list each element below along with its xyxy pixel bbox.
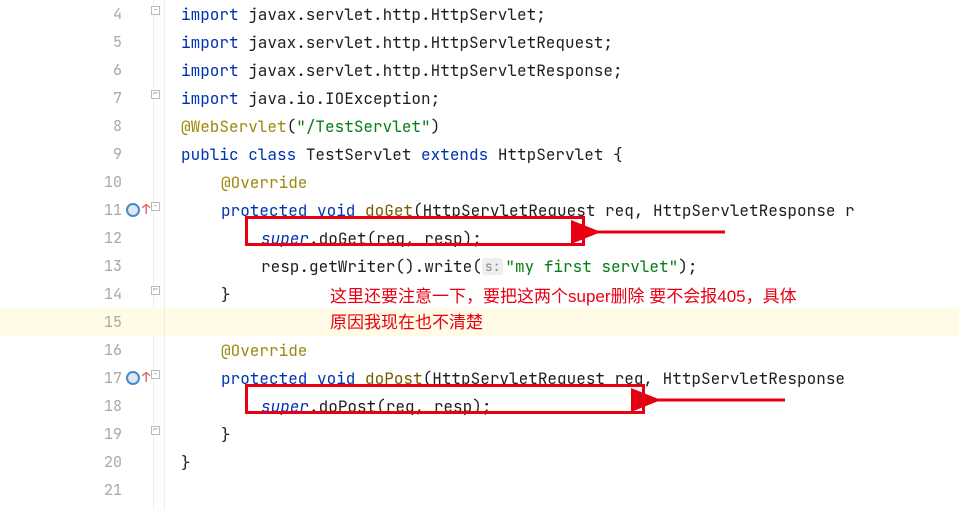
annotation: @Override (221, 340, 307, 361)
gutter-icons: ↑ (126, 201, 156, 219)
code-line: @Override (165, 336, 959, 364)
line-number-row[interactable]: 17 ↑ (0, 364, 164, 392)
code-line: import java.io.IOException; (165, 84, 959, 112)
code-line: protected void doPost(HttpServletRequest… (165, 364, 959, 392)
line-number: 19 (94, 424, 122, 444)
line-number: 7 (94, 88, 122, 108)
keyword: protected void (221, 200, 365, 221)
code-line: super.doGet(req, resp); (165, 224, 959, 252)
string: "/TestServlet" (296, 116, 430, 137)
keyword: import (181, 60, 248, 81)
code-text: java.io.IOException; (248, 88, 440, 109)
line-number: 13 (94, 256, 122, 276)
code-text: javax.servlet.http.HttpServletResponse; (248, 60, 622, 81)
keyword: import (181, 88, 248, 109)
line-number-row[interactable]: 5 (0, 28, 164, 56)
line-number: 8 (94, 116, 122, 136)
line-number-row[interactable]: 21 (0, 476, 164, 504)
gutter-icons: ↑ (126, 369, 156, 387)
annotation: @WebServlet (181, 116, 287, 137)
line-number-row[interactable]: 11 ↑ (0, 196, 164, 224)
line-number-row[interactable]: 19 (0, 420, 164, 448)
line-number: 20 (94, 452, 122, 472)
keyword: super (261, 396, 309, 417)
override-up-icon[interactable]: ↑ (142, 201, 150, 219)
code-line-highlighted[interactable] (165, 308, 959, 336)
code-editor: − ⌐ − ⌐ − ⌐ 4567891011↑121314151617↑1819… (0, 0, 959, 510)
code-line: } (165, 420, 959, 448)
code-text: javax.servlet.http.HttpServletRequest; (248, 32, 613, 53)
line-number: 10 (94, 172, 122, 192)
line-number: 9 (94, 144, 122, 164)
line-number: 14 (94, 284, 122, 304)
code-line (165, 476, 959, 504)
line-number-row[interactable]: 15 (0, 308, 164, 336)
breakpoint-icon[interactable] (126, 203, 140, 217)
line-number-row[interactable]: 14 (0, 280, 164, 308)
param-hint: s: (482, 258, 504, 275)
line-number-row[interactable]: 9 (0, 140, 164, 168)
code-line: super.doPost(req, resp); (165, 392, 959, 420)
line-number: 21 (94, 480, 122, 500)
line-number: 11 (94, 200, 122, 220)
keyword: super (261, 228, 309, 249)
line-number: 4 (94, 4, 122, 24)
keyword: import (181, 4, 248, 25)
gutter: − ⌐ − ⌐ − ⌐ 4567891011↑121314151617↑1819… (0, 0, 165, 510)
line-number: 15 (94, 312, 122, 332)
breakpoint-icon[interactable] (126, 371, 140, 385)
code-line: @WebServlet("/TestServlet") (165, 112, 959, 140)
code-area[interactable]: import javax.servlet.http.HttpServlet; i… (165, 0, 959, 510)
code-line: resp.getWriter().write(s:"my first servl… (165, 252, 959, 280)
code-line: } (165, 280, 959, 308)
keyword: extends (421, 144, 498, 165)
code-line: } (165, 448, 959, 476)
line-number: 12 (94, 228, 122, 248)
code-text: javax.servlet.http.HttpServlet; (248, 4, 546, 25)
line-number-row[interactable]: 13 (0, 252, 164, 280)
code-line: import javax.servlet.http.HttpServletReq… (165, 28, 959, 56)
line-number-row[interactable]: 6 (0, 56, 164, 84)
code-line: @Override (165, 168, 959, 196)
line-number-row[interactable]: 20 (0, 448, 164, 476)
line-number-row[interactable]: 18 (0, 392, 164, 420)
method-name: doPost (365, 368, 423, 389)
method-name: doGet (365, 200, 413, 221)
line-number-row[interactable]: 8 (0, 112, 164, 140)
line-number-row[interactable]: 10 (0, 168, 164, 196)
line-number-row[interactable]: 4 (0, 0, 164, 28)
code-line: import javax.servlet.http.HttpServlet; (165, 0, 959, 28)
line-number: 6 (94, 60, 122, 80)
annotation: @Override (221, 172, 307, 193)
line-number: 5 (94, 32, 122, 52)
line-number-row[interactable]: 16 (0, 336, 164, 364)
keyword: public class (181, 144, 306, 165)
override-up-icon[interactable]: ↑ (142, 369, 150, 387)
line-number: 16 (94, 340, 122, 360)
line-number-row[interactable]: 7 (0, 84, 164, 112)
code-line: import javax.servlet.http.HttpServletRes… (165, 56, 959, 84)
line-number: 17 (94, 368, 122, 388)
line-number: 18 (94, 396, 122, 416)
keyword: protected void (221, 368, 365, 389)
string: "my first servlet" (505, 256, 678, 277)
keyword: import (181, 32, 248, 53)
code-line: protected void doGet(HttpServletRequest … (165, 196, 959, 224)
line-number-row[interactable]: 12 (0, 224, 164, 252)
code-line: public class TestServlet extends HttpSer… (165, 140, 959, 168)
